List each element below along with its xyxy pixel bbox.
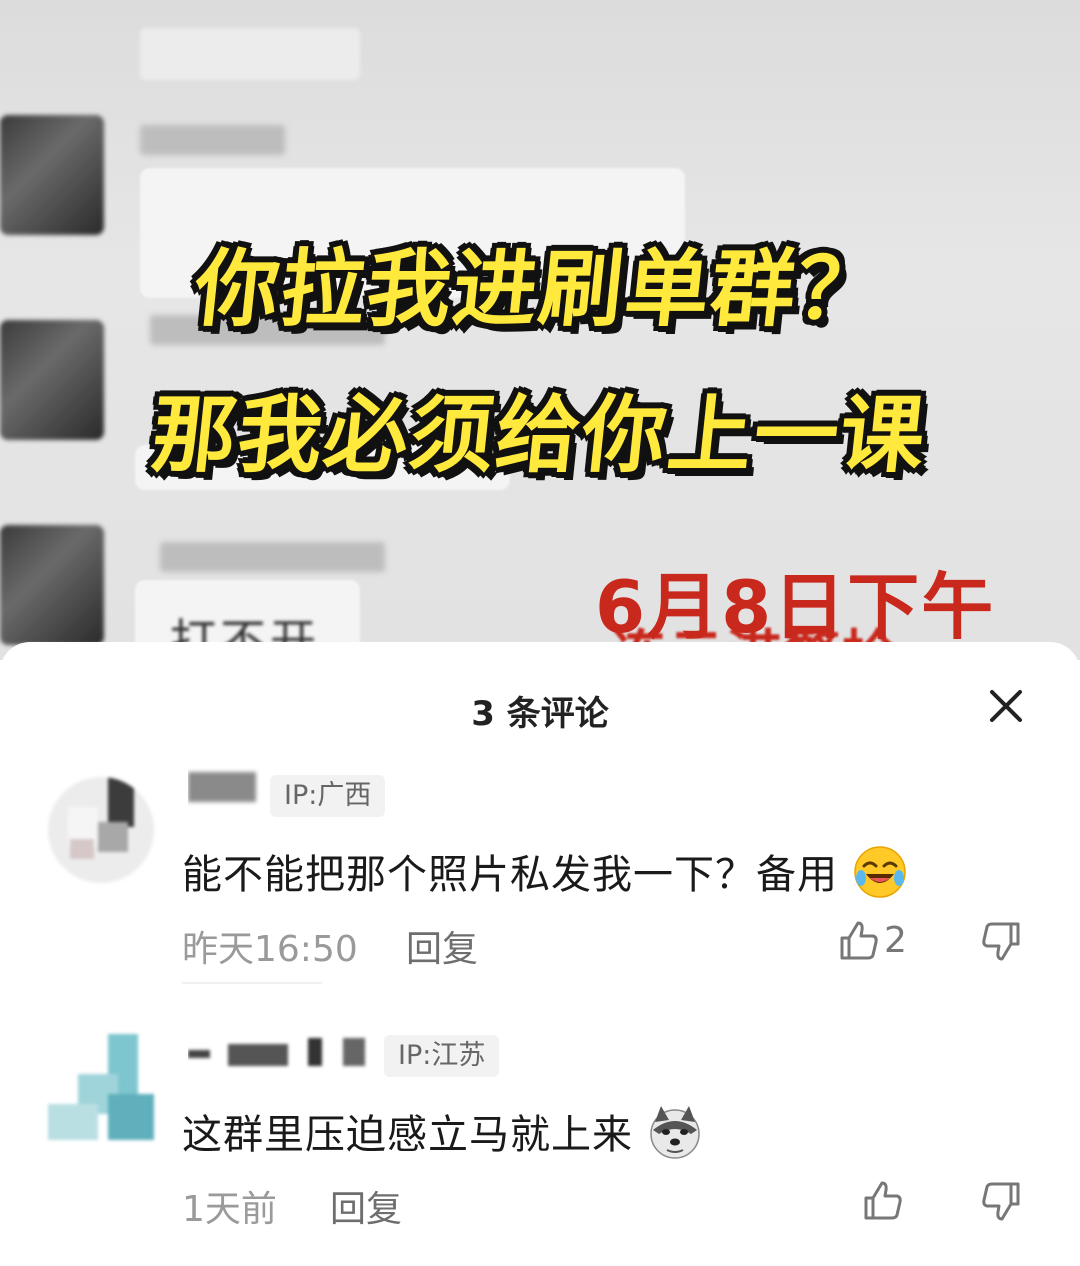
thumbs-down-icon bbox=[982, 1182, 1020, 1221]
like-count: 2 bbox=[884, 919, 907, 961]
comment-text-content: 这群里压迫感立马就上来 bbox=[182, 1112, 633, 1158]
reply-button[interactable]: 回复 bbox=[406, 920, 478, 972]
blurred-chat-avatar bbox=[0, 115, 104, 235]
blurred-chat-name bbox=[140, 125, 285, 155]
avatar[interactable] bbox=[48, 1034, 154, 1140]
doge-emoji-icon bbox=[647, 1104, 703, 1170]
thumbs-up-icon bbox=[864, 1181, 902, 1220]
thumbs-down-icon bbox=[982, 922, 1020, 961]
close-icon bbox=[990, 690, 1022, 722]
ip-location-tag: IP:广西 bbox=[270, 775, 386, 817]
video-caption-line2: 那我必须给你上一课 bbox=[147, 386, 932, 484]
reply-button[interactable]: 回复 bbox=[330, 1180, 402, 1232]
video-caption-line1: 你拉我进刷单群？ bbox=[190, 240, 889, 338]
video-frame[interactable]: 打不开 你拉我进刷单群？ 那我必须给你上一课 6月8日下午 连云港警检 bbox=[0, 0, 1080, 660]
blurred-username[interactable] bbox=[188, 1032, 388, 1072]
comments-title: 3 条评论 bbox=[471, 694, 609, 734]
blurred-chat-avatar bbox=[0, 525, 104, 645]
dislike-button[interactable] bbox=[980, 920, 1024, 964]
comment-timestamp: 1天前 bbox=[182, 1189, 277, 1230]
comment-timestamp: 昨天16:50 bbox=[182, 929, 358, 970]
laughing-crying-emoji-icon bbox=[852, 844, 908, 910]
ip-location-tag: IP:江苏 bbox=[384, 1035, 500, 1077]
comment-text: 能不能把那个照片私发我一下？备用 bbox=[182, 842, 908, 910]
like-button[interactable] bbox=[860, 1178, 904, 1222]
comment-text-content: 能不能把那个照片私发我一下？备用 bbox=[182, 852, 838, 898]
avatar[interactable] bbox=[48, 777, 154, 883]
blurred-avatar-image bbox=[48, 1034, 154, 1140]
comments-sheet: 3 条评论 IP:广西 能不能把那个照片私发我一下？备用 昨天16:50 回复 … bbox=[0, 642, 1080, 1266]
dislike-button[interactable] bbox=[980, 1180, 1024, 1224]
close-button[interactable] bbox=[982, 682, 1030, 730]
comment-text: 这群里压迫感立马就上来 bbox=[182, 1102, 703, 1170]
blurred-username[interactable] bbox=[188, 768, 260, 808]
like-button[interactable]: 2 bbox=[836, 918, 907, 962]
blurred-top-bar bbox=[140, 28, 360, 80]
comment-divider bbox=[182, 982, 322, 984]
blurred-avatar-image bbox=[48, 777, 154, 883]
thumbs-up-icon bbox=[840, 921, 878, 960]
blurred-chat-name bbox=[160, 542, 385, 572]
